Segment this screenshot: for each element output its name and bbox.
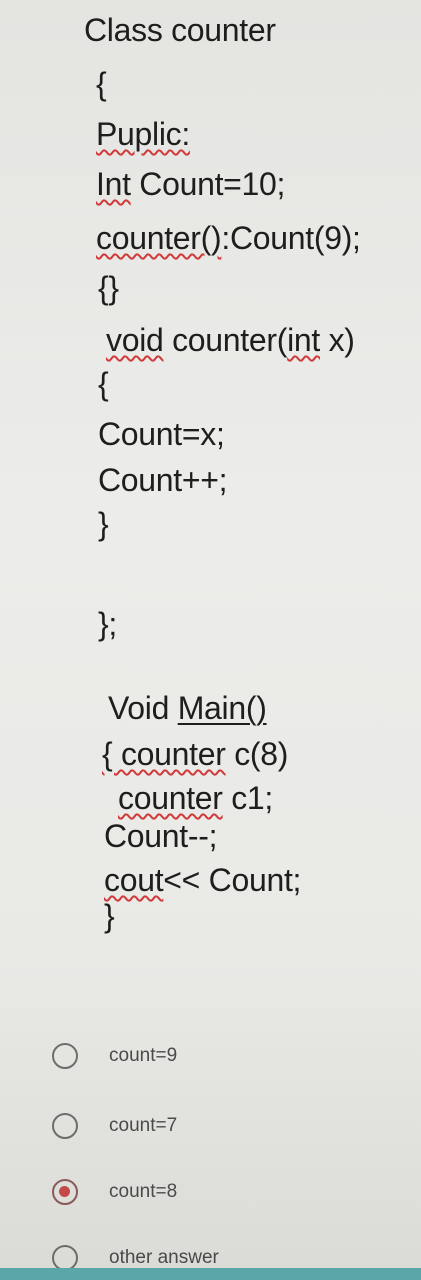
code-line-main-close: } (104, 898, 115, 934)
code-token-brace-counter: { counter (102, 736, 226, 772)
code-line-empty-body: {} (98, 270, 119, 306)
code-line-constructor: counter():Count(9); (96, 220, 361, 256)
code-token-counter-type: counter (118, 780, 223, 816)
code-token-int: Int (96, 166, 131, 202)
code-line-object-c1: counter c1; (118, 780, 273, 816)
bottom-bar (0, 1268, 421, 1280)
option-label: count=7 (109, 1115, 178, 1136)
code-line-method-signature: void counter(int x) (106, 322, 355, 358)
code-line-increment: Count++; (98, 462, 228, 498)
code-line-decrement: Count--; (104, 818, 218, 854)
code-token-c1: c1; (222, 780, 274, 816)
code-line-class-close: }; (98, 606, 117, 642)
radio-button[interactable] (52, 1113, 78, 1139)
code-token-c8: c(8) (225, 736, 289, 772)
option-count-8[interactable]: count=8 (52, 1176, 392, 1208)
option-count-7[interactable]: count=7 (52, 1110, 392, 1142)
radio-button-selected[interactable] (52, 1179, 78, 1205)
code-token-count-assign: Count=10; (130, 166, 286, 202)
option-label: count=8 (109, 1181, 178, 1202)
code-line-open-brace: { (96, 66, 107, 102)
code-line-main-signature: Void Main() (108, 690, 267, 726)
code-line-cout: cout<< Count; (104, 862, 301, 898)
option-label: other answer (109, 1247, 219, 1268)
code-token-param-x: x) (320, 322, 355, 358)
code-line-class-declaration: Class counter (84, 12, 276, 48)
code-token-int-param: int (287, 322, 321, 358)
code-token-counter-ctor: counter() (96, 220, 222, 256)
option-count-9[interactable]: count=9 (52, 1040, 392, 1072)
code-line-assign-x: Count=x; (98, 416, 225, 452)
code-token-counter-method: counter( (163, 322, 288, 358)
option-label: count=9 (109, 1045, 178, 1066)
code-line-method-close-brace: } (98, 506, 109, 542)
code-line-member-variable: Int Count=10; (96, 166, 285, 202)
code-token-void: void (106, 322, 164, 358)
code-token-initializer: :Count(9); (221, 220, 361, 256)
code-line-object-c: { counter c(8) (102, 736, 288, 772)
code-line-access-specifier: Puplic: (96, 116, 190, 152)
code-token-stream-count: << Count; (163, 862, 302, 898)
code-token-void-main: Void (108, 690, 178, 726)
code-token-cout: cout (104, 862, 164, 898)
code-token-main: Main() (177, 690, 267, 726)
radio-button[interactable] (52, 1043, 78, 1069)
code-line-method-open-brace: { (98, 366, 109, 402)
